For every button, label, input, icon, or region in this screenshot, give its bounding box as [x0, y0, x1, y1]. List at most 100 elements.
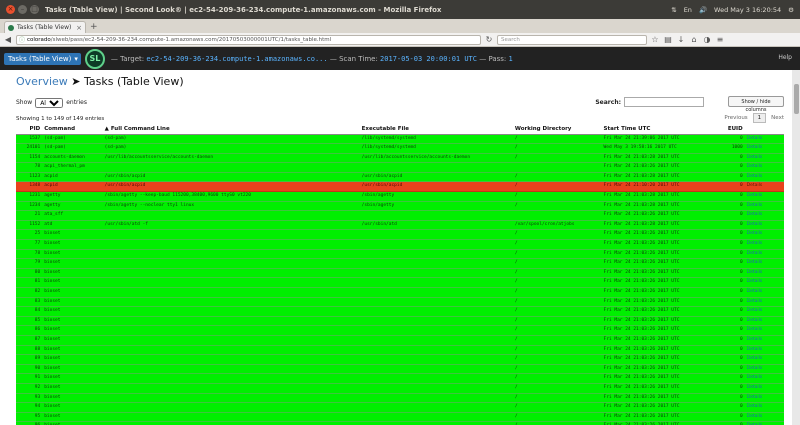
new-tab-icon[interactable]: +	[90, 21, 98, 33]
details-link[interactable]: Details	[744, 364, 784, 375]
details-link[interactable]: Details	[744, 134, 784, 145]
next-page-button[interactable]: Next	[771, 115, 784, 121]
column-header-pid[interactable]: PID	[16, 125, 43, 135]
entries-select[interactable]: All	[35, 97, 64, 108]
breadcrumb-overview-link[interactable]: Overview	[16, 75, 68, 88]
clock[interactable]: Wed May 3 16:20:54	[714, 6, 781, 14]
table-row[interactable]: 88 bioset / Fri Mar 24 21:03:26 2017 UTC 0 De…	[16, 345, 784, 356]
details-link[interactable]: Details	[744, 373, 784, 384]
table-row[interactable]: 1348 acpid/usr/sbin/acpid/usr/sbin/acpid /…	[16, 181, 784, 193]
maximize-window-icon[interactable]: □	[30, 5, 39, 14]
table-row[interactable]: 24101 (sd-pam) (sd-pam)/lib/systemd/system…	[16, 143, 784, 154]
home-icon[interactable]: ⌂	[689, 35, 699, 44]
column-header-full-command-line[interactable]: ▲ Full Command Line	[102, 125, 360, 135]
details-link[interactable]: Details	[744, 162, 784, 173]
details-link[interactable]: Details	[744, 287, 784, 298]
table-row[interactable]: 89 bioset / Fri Mar 24 21:03:26 2017 UTC 0 De…	[16, 354, 784, 365]
url-bar[interactable]: ⓘ colorado/slweb/pass/ec2-54-209-36-234.…	[16, 34, 481, 45]
details-link[interactable]: Details	[744, 191, 784, 202]
keyboard-layout-indicator[interactable]: En	[684, 6, 692, 14]
details-link[interactable]: Details	[744, 201, 784, 212]
details-link[interactable]: Details	[744, 316, 784, 327]
table-row[interactable]: 83 bioset / Fri Mar 24 21:03:26 2017 UTC 0 De…	[16, 297, 784, 308]
browser-search-input[interactable]: Search	[497, 34, 647, 45]
table-row[interactable]: 92 bioset / Fri Mar 24 21:03:26 2017 UTC 0 De…	[16, 383, 784, 394]
site-info-icon[interactable]: ⓘ	[19, 36, 25, 44]
details-link[interactable]: Details	[744, 268, 784, 279]
settings-gear-icon[interactable]: ⚙	[788, 6, 794, 14]
close-window-icon[interactable]: ×	[6, 5, 15, 14]
view-dropdown[interactable]: Tasks (Table View) ▾	[4, 52, 81, 65]
details-link[interactable]: Details	[744, 306, 784, 317]
network-icon[interactable]: ⇅	[671, 6, 676, 14]
details-link[interactable]: Details	[744, 143, 784, 154]
details-link[interactable]: Details	[744, 402, 784, 413]
page-scrollbar[interactable]	[792, 70, 800, 425]
back-icon[interactable]: ◀	[3, 35, 13, 44]
minimize-window-icon[interactable]: –	[18, 5, 27, 14]
download-icon[interactable]: ↓	[676, 35, 686, 44]
details-link[interactable]: Details	[744, 258, 784, 269]
details-link[interactable]: Details	[744, 325, 784, 336]
details-link[interactable]: Details	[744, 210, 784, 221]
table-row[interactable]: 79 bioset / Fri Mar 24 21:03:26 2017 UTC 0 De…	[16, 258, 784, 269]
details-link[interactable]: Details	[744, 335, 784, 346]
table-row[interactable]: 1537 (sd-pam) (sd-pam)/lib/systemd/systemd…	[16, 134, 784, 145]
table-row[interactable]: 77 bioset / Fri Mar 24 21:03:26 2017 UTC 0 De…	[16, 239, 784, 250]
scrollbar-thumb[interactable]	[794, 84, 799, 114]
browser-tab[interactable]: Tasks (Table View) ×	[4, 21, 86, 33]
table-row[interactable]: 90 bioset / Fri Mar 24 21:03:26 2017 UTC 0 De…	[16, 364, 784, 375]
details-link[interactable]: Details	[744, 354, 784, 365]
table-search-input[interactable]	[624, 97, 704, 107]
details-link[interactable]: Details	[744, 393, 784, 404]
table-row[interactable]: 25 bioset / Fri Mar 24 21:03:26 2017 UTC 0 De…	[16, 229, 784, 241]
table-row[interactable]: 1231 agetty/sbin/agetty --keep-baud 11520…	[16, 191, 784, 202]
details-link[interactable]: Details	[744, 172, 784, 183]
table-row[interactable]: 86 bioset / Fri Mar 24 21:03:26 2017 UTC 0 De…	[16, 325, 784, 336]
table-row[interactable]: 1123 acpid/usr/sbin/acpid/usr/sbin/acpid /…	[16, 172, 784, 183]
table-row[interactable]: 84 bioset / Fri Mar 24 21:03:26 2017 UTC 0 De…	[16, 306, 784, 317]
details-link[interactable]: Details	[744, 153, 784, 164]
volume-icon[interactable]: 🔊	[699, 6, 707, 14]
table-row[interactable]: 21 ata_sff Fri Mar 24 21:03:26 2017 UTC 0 De…	[16, 210, 784, 221]
table-row[interactable]: 78 acpi_thermal_pm Fri Mar 24 21:03:26 201…	[16, 162, 784, 173]
pocket-icon[interactable]: ◑	[702, 35, 712, 44]
column-header-euid[interactable]: EUID	[714, 125, 745, 135]
column-header-start-time[interactable]: Start Time UTC	[601, 125, 715, 135]
details-link[interactable]: Details	[744, 383, 784, 394]
star-icon[interactable]: ☆	[650, 35, 660, 44]
show-hide-columns-button[interactable]: Show / hide columns	[728, 96, 784, 113]
previous-page-button[interactable]: Previous	[724, 115, 747, 121]
column-header-working-directory[interactable]: Working Directory	[512, 125, 602, 135]
table-row[interactable]: 1234 agetty/sbin/agetty --noclear tty1 li…	[16, 201, 784, 212]
help-link[interactable]: Help	[778, 54, 792, 61]
details-link[interactable]: Details	[744, 249, 784, 260]
table-row[interactable]: 81 bioset / Fri Mar 24 21:03:26 2017 UTC 0 De…	[16, 277, 784, 288]
reader-icon[interactable]: ▤	[663, 35, 673, 44]
details-link[interactable]: Details	[744, 412, 784, 423]
table-row[interactable]: 80 bioset / Fri Mar 24 21:03:26 2017 UTC 0 De…	[16, 268, 784, 279]
reload-icon[interactable]: ↻	[484, 35, 494, 44]
menu-icon[interactable]: ≡	[715, 35, 725, 44]
details-link[interactable]: Details	[744, 277, 784, 288]
table-row[interactable]: 78 bioset / Fri Mar 24 21:03:26 2017 UTC 0 De…	[16, 249, 784, 260]
table-row[interactable]: 94 bioset / Fri Mar 24 21:03:26 2017 UTC 0 De…	[16, 402, 784, 413]
close-tab-icon[interactable]: ×	[76, 24, 82, 32]
table-row[interactable]: 87 bioset / Fri Mar 24 21:03:26 2017 UTC 0 De…	[16, 335, 784, 346]
second-look-logo[interactable]: SL	[84, 48, 105, 69]
table-row[interactable]: 91 bioset / Fri Mar 24 21:03:26 2017 UTC 0 De…	[16, 373, 784, 384]
details-link[interactable]: Details	[744, 239, 784, 250]
column-header-executable-file[interactable]: Executable File	[359, 125, 513, 135]
details-link[interactable]: Details	[744, 297, 784, 308]
details-link[interactable]: Details	[744, 345, 784, 356]
details-link[interactable]: Details	[744, 229, 784, 241]
table-row[interactable]: 95 bioset / Fri Mar 24 21:03:26 2017 UTC 0 De…	[16, 412, 784, 423]
table-row[interactable]: 85 bioset / Fri Mar 24 21:03:26 2017 UTC 0 De…	[16, 316, 784, 327]
details-link[interactable]: Details	[744, 220, 784, 231]
details-link[interactable]: Details	[744, 181, 784, 193]
table-row[interactable]: 93 bioset / Fri Mar 24 21:03:26 2017 UTC 0 De…	[16, 393, 784, 404]
column-header-command[interactable]: Command	[42, 125, 103, 135]
table-row[interactable]: 82 bioset / Fri Mar 24 21:03:26 2017 UTC 0 De…	[16, 287, 784, 298]
table-row[interactable]: 1154 accounts-daemon/usr/lib/accountsserv…	[16, 153, 784, 164]
table-row[interactable]: 1152 atd/usr/sbin/atd -f/usr/sbin/atd/var…	[16, 220, 784, 231]
